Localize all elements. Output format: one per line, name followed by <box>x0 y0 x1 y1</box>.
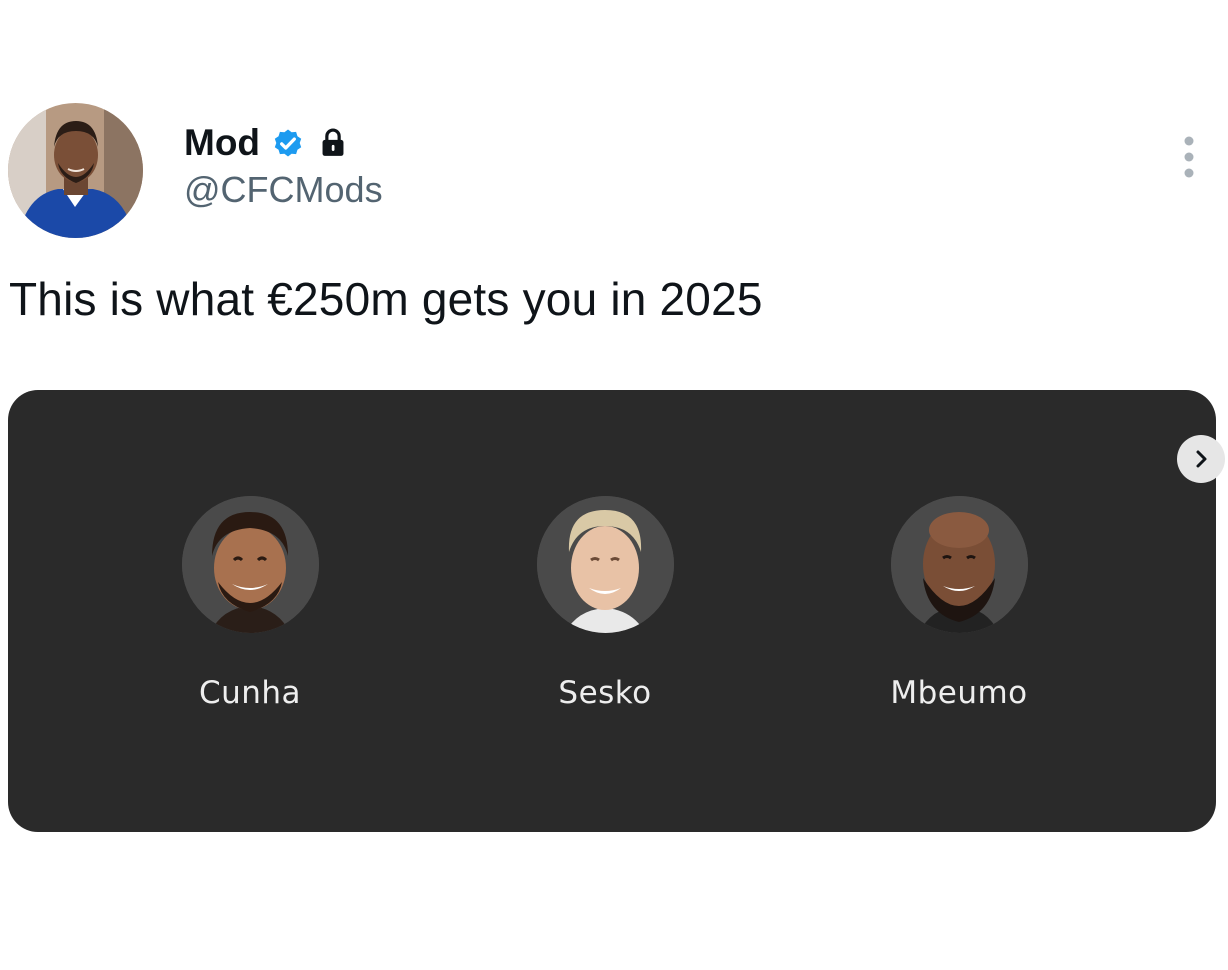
player-face-image <box>181 496 319 633</box>
author-name-row: Mod <box>184 120 348 166</box>
tweet-screenshot: Mod @CFCMods This is what €250m gets you… <box>0 0 1228 970</box>
next-button[interactable] <box>1177 435 1225 483</box>
player-photo <box>181 496 319 633</box>
player-name: Cunha <box>198 675 302 711</box>
media-card[interactable]: Cunha Sesko Mbeumo <box>8 390 1216 832</box>
player-item-mbeumo[interactable]: Mbeumo <box>859 496 1059 713</box>
player-item-sesko[interactable]: Sesko <box>505 496 705 713</box>
lock-icon <box>322 128 344 156</box>
author-display-name[interactable]: Mod <box>184 120 260 166</box>
more-vertical-icon <box>1184 136 1194 178</box>
verified-badge-icon <box>274 129 302 157</box>
player-face-image <box>890 496 1028 633</box>
player-item-cunha[interactable]: Cunha <box>150 496 350 713</box>
player-photo <box>536 496 674 633</box>
chevron-right-icon <box>1196 450 1207 468</box>
player-name: Mbeumo <box>890 675 1028 711</box>
more-options-button[interactable] <box>1172 128 1206 188</box>
player-name: Sesko <box>558 675 652 711</box>
avatar[interactable] <box>8 103 143 238</box>
tweet-text: This is what €250m gets you in 2025 <box>9 273 763 325</box>
player-photo <box>890 496 1028 633</box>
avatar-image <box>8 103 143 238</box>
player-face-image <box>536 496 674 633</box>
author-handle[interactable]: @CFCMods <box>184 168 383 212</box>
